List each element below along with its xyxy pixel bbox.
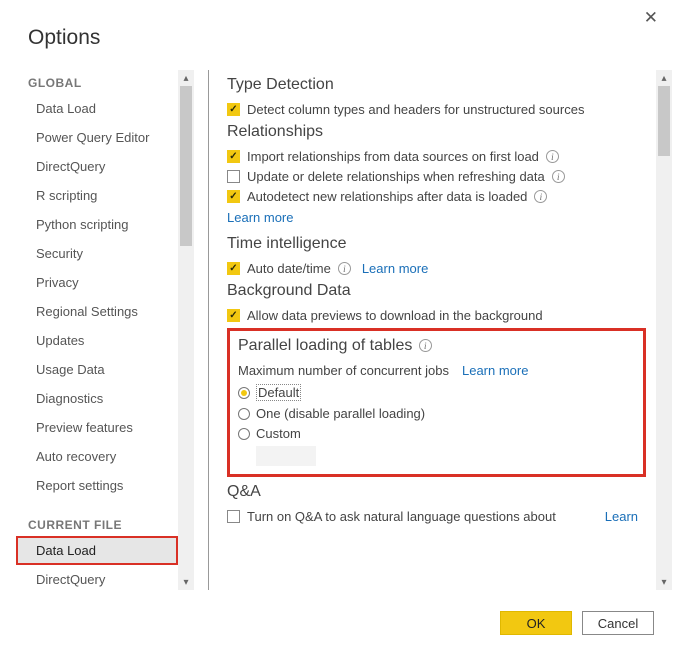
checkbox-qa[interactable] (227, 510, 240, 523)
sidebar: ▴ ▾ GLOBAL Data Load Power Query Editor … (16, 70, 194, 590)
sidebar-item-security[interactable]: Security (16, 239, 178, 268)
sidebar-item-power-query[interactable]: Power Query Editor (16, 123, 178, 152)
info-icon[interactable] (419, 339, 432, 352)
scroll-up-icon[interactable]: ▴ (178, 70, 194, 86)
checkbox-bg-preview[interactable] (227, 309, 240, 322)
section-parallel: Parallel loading of tables (238, 337, 412, 354)
main-panel: Type Detection Detect column types and h… (209, 70, 674, 590)
custom-jobs-input[interactable] (256, 446, 316, 466)
radio-default[interactable] (238, 387, 250, 399)
sidebar-item-privacy[interactable]: Privacy (16, 268, 178, 297)
close-button[interactable]: ✕ (638, 6, 664, 30)
sidebar-item-directquery[interactable]: DirectQuery (16, 152, 178, 181)
sidebar-item-data-load[interactable]: Data Load (16, 94, 178, 123)
section-time-intel: Time intelligence (227, 235, 664, 253)
label-radio-default: Default (256, 384, 301, 401)
sidebar-item-usage-data[interactable]: Usage Data (16, 355, 178, 384)
section-type-detection: Type Detection (227, 76, 664, 94)
link-rel-learn[interactable]: Learn more (227, 210, 293, 225)
sidebar-item-cf-data-load[interactable]: Data Load (16, 536, 178, 565)
sidebar-item-python-scripting[interactable]: Python scripting (16, 210, 178, 239)
sidebar-header-global: GLOBAL (16, 70, 178, 94)
highlight-parallel: Parallel loading of tables Maximum numbe… (227, 328, 646, 477)
section-qa: Q&A (227, 483, 664, 501)
sidebar-item-regional[interactable]: Regional Settings (16, 297, 178, 326)
checkbox-update-rel[interactable] (227, 170, 240, 183)
checkbox-detect-types[interactable] (227, 103, 240, 116)
scroll-down-icon[interactable]: ▾ (656, 574, 672, 590)
radio-custom[interactable] (238, 428, 250, 440)
scroll-up-icon[interactable]: ▴ (656, 70, 672, 86)
checkbox-autodetect-rel[interactable] (227, 190, 240, 203)
section-background: Background Data (227, 282, 664, 300)
sidebar-item-cf-directquery[interactable]: DirectQuery (16, 565, 178, 590)
label-import-rel: Import relationships from data sources o… (247, 149, 539, 164)
radio-one[interactable] (238, 408, 250, 420)
label-update-rel: Update or delete relationships when refr… (247, 169, 545, 184)
scroll-thumb[interactable] (180, 86, 192, 246)
info-icon[interactable] (338, 262, 351, 275)
options-dialog: ✕ Options ▴ ▾ GLOBAL Data Load Power Que… (0, 0, 674, 649)
info-icon[interactable] (546, 150, 559, 163)
label-detect-types: Detect column types and headers for unst… (247, 102, 584, 117)
link-ti-learn[interactable]: Learn more (362, 261, 428, 276)
label-autodetect-rel: Autodetect new relationships after data … (247, 189, 527, 204)
sidebar-item-preview[interactable]: Preview features (16, 413, 178, 442)
scroll-down-icon[interactable]: ▾ (178, 574, 194, 590)
dialog-title: Options (0, 0, 674, 50)
link-qa-learn[interactable]: Learn (605, 509, 638, 524)
sidebar-scrollbar[interactable]: ▴ ▾ (178, 70, 194, 590)
section-relationships: Relationships (227, 123, 664, 141)
label-radio-one: One (disable parallel loading) (256, 406, 425, 421)
sidebar-item-r-scripting[interactable]: R scripting (16, 181, 178, 210)
label-bg-preview: Allow data previews to download in the b… (247, 308, 543, 323)
sidebar-item-auto-recovery[interactable]: Auto recovery (16, 442, 178, 471)
link-parallel-learn[interactable]: Learn more (462, 363, 528, 378)
checkbox-import-rel[interactable] (227, 150, 240, 163)
sidebar-header-current: CURRENT FILE (16, 512, 178, 536)
checkbox-auto-datetime[interactable] (227, 262, 240, 275)
ok-button[interactable]: OK (500, 611, 572, 635)
cancel-button[interactable]: Cancel (582, 611, 654, 635)
info-icon[interactable] (552, 170, 565, 183)
sidebar-item-report-settings[interactable]: Report settings (16, 471, 178, 500)
dialog-footer: OK Cancel (500, 611, 654, 635)
sidebar-item-updates[interactable]: Updates (16, 326, 178, 355)
scroll-thumb[interactable] (658, 86, 670, 156)
label-qa: Turn on Q&A to ask natural language ques… (247, 509, 556, 524)
main-scrollbar[interactable]: ▴ ▾ (656, 70, 672, 590)
label-max-jobs: Maximum number of concurrent jobs (238, 363, 449, 378)
label-auto-datetime: Auto date/time (247, 261, 331, 276)
label-radio-custom: Custom (256, 426, 301, 441)
info-icon[interactable] (534, 190, 547, 203)
sidebar-item-diagnostics[interactable]: Diagnostics (16, 384, 178, 413)
